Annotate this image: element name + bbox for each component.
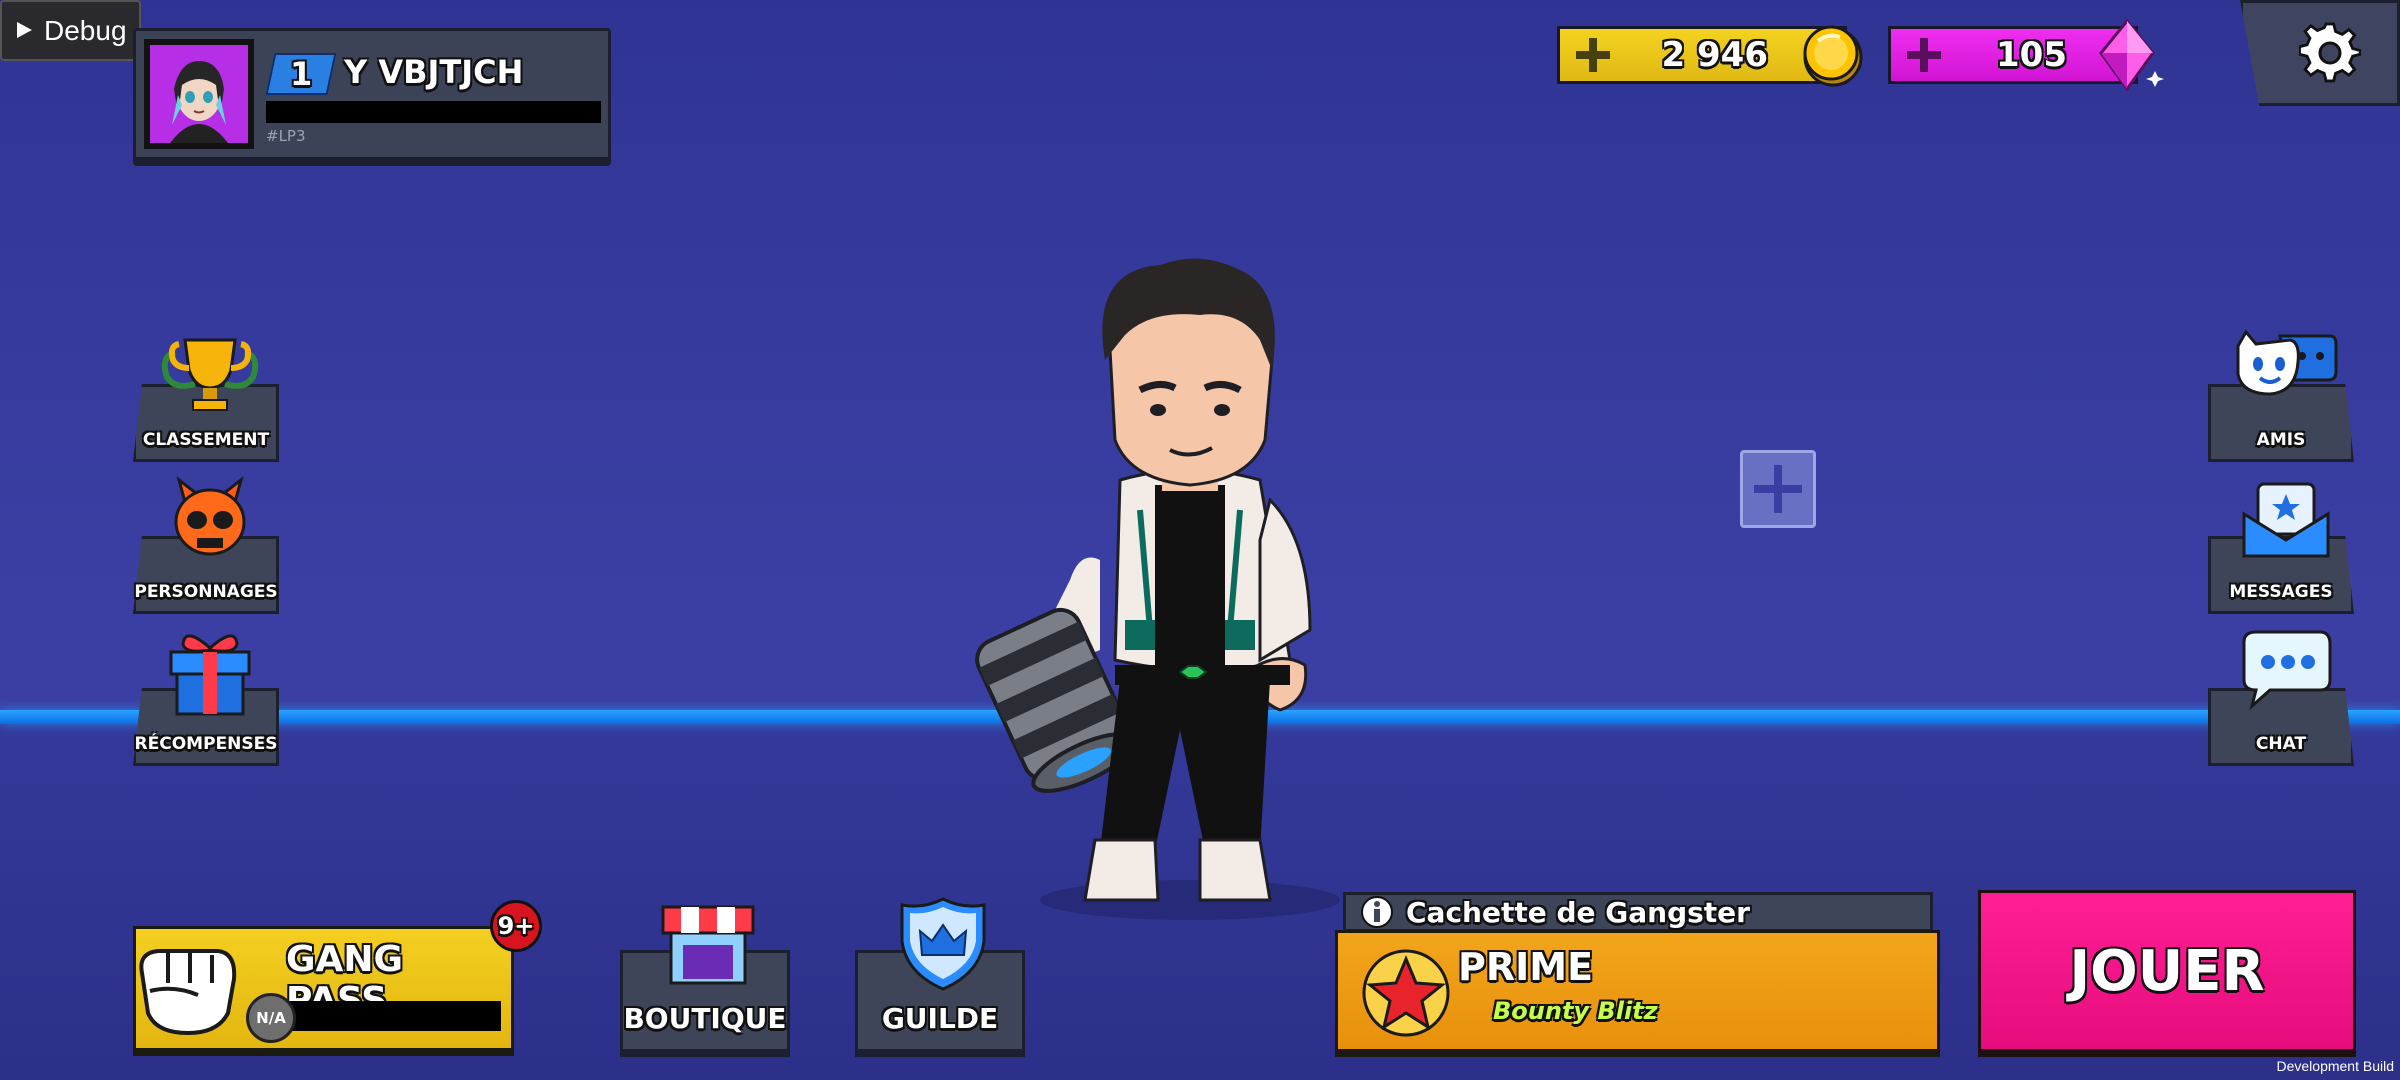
gang-pass-button[interactable]: GANG PASS N/A — [133, 926, 514, 1051]
gift-icon — [169, 634, 251, 716]
characters-label: PERSONNAGES — [134, 582, 278, 602]
character-model — [975, 258, 1340, 920]
chat-bubble-icon — [2242, 630, 2332, 711]
level-badge: 1 — [265, 53, 337, 95]
friends-label: AMIS — [2256, 430, 2306, 450]
leaderboard-button[interactable]: CLASSEMENT — [133, 322, 283, 462]
game-mode-subtitle: Bounty Blitz — [1493, 997, 1658, 1025]
add-teammate-slot[interactable] — [1740, 450, 1816, 528]
play-button[interactable]: JOUER — [1978, 890, 2356, 1052]
star-icon — [1362, 949, 1450, 1037]
plus-icon — [1754, 465, 1802, 513]
level-number: 1 — [289, 55, 313, 93]
add-gems-icon[interactable] — [1903, 34, 1945, 76]
mail-icon — [2242, 482, 2330, 558]
notification-badge: 9+ — [490, 900, 542, 952]
gang-pass-tier: N/A — [246, 993, 296, 1043]
friends-icon — [2236, 329, 2338, 396]
map-name-bar[interactable]: Cachette de Gangster — [1343, 892, 1933, 932]
coins-counter[interactable]: 2 946 — [1557, 25, 1863, 87]
info-icon[interactable] — [1360, 895, 1394, 929]
shield-crown-icon — [900, 897, 986, 991]
xp-bar — [266, 101, 601, 123]
guild-button[interactable]: GUILDE — [855, 897, 1025, 1052]
gems-value: 105 — [1996, 35, 2067, 75]
chat-label: CHAT — [2255, 734, 2307, 754]
player-profile-card[interactable]: 1 Y VBJTJCH #LP3 — [133, 28, 611, 160]
fist-icon — [139, 949, 237, 1036]
friends-button[interactable]: AMIS — [2208, 322, 2358, 462]
add-coins-icon[interactable] — [1572, 34, 1614, 76]
avatar[interactable] — [144, 39, 254, 149]
leaderboard-label: CLASSEMENT — [142, 430, 270, 450]
messages-label: MESSAGES — [2229, 582, 2333, 602]
player-name: Y VBJTJCH — [344, 53, 524, 91]
characters-button[interactable]: PERSONNAGES — [133, 474, 283, 614]
shop-button[interactable]: BOUTIQUE — [620, 905, 790, 1052]
game-mode-selector[interactable]: PRIME Bounty Blitz — [1335, 930, 1940, 1052]
messages-button[interactable]: MESSAGES — [2208, 474, 2358, 614]
rewards-label: RÉCOMPENSES — [134, 734, 278, 754]
player-tag: #LP3 — [266, 127, 306, 145]
chat-button[interactable]: CHAT — [2208, 626, 2358, 766]
debug-label: Debug — [44, 14, 127, 46]
trophy-icon — [161, 338, 259, 411]
debug-button[interactable]: Debug — [0, 0, 141, 61]
game-mode-name: PRIME — [1458, 945, 1594, 989]
gem-icon — [2099, 18, 2164, 92]
coin-icon — [1803, 25, 1863, 87]
gems-counter[interactable]: 105 — [1888, 18, 2164, 92]
shop-label: BOUTIQUE — [623, 1002, 787, 1035]
map-name: Cachette de Gangster — [1406, 895, 1750, 929]
settings-button[interactable] — [2240, 0, 2400, 106]
avatar-portrait-icon — [150, 45, 248, 143]
rewards-button[interactable]: RÉCOMPENSES — [133, 626, 283, 766]
build-label: Development Build — [2276, 1058, 2394, 1074]
guild-label: GUILDE — [881, 1002, 999, 1035]
play-label: JOUER — [2069, 938, 2265, 1004]
coins-value: 2 946 — [1661, 35, 1768, 75]
shop-stall-icon — [661, 905, 755, 985]
skull-icon — [174, 476, 246, 556]
play-triangle-icon — [14, 15, 34, 47]
gang-pass-progress-bar — [271, 1001, 501, 1031]
gear-icon — [2299, 22, 2361, 83]
